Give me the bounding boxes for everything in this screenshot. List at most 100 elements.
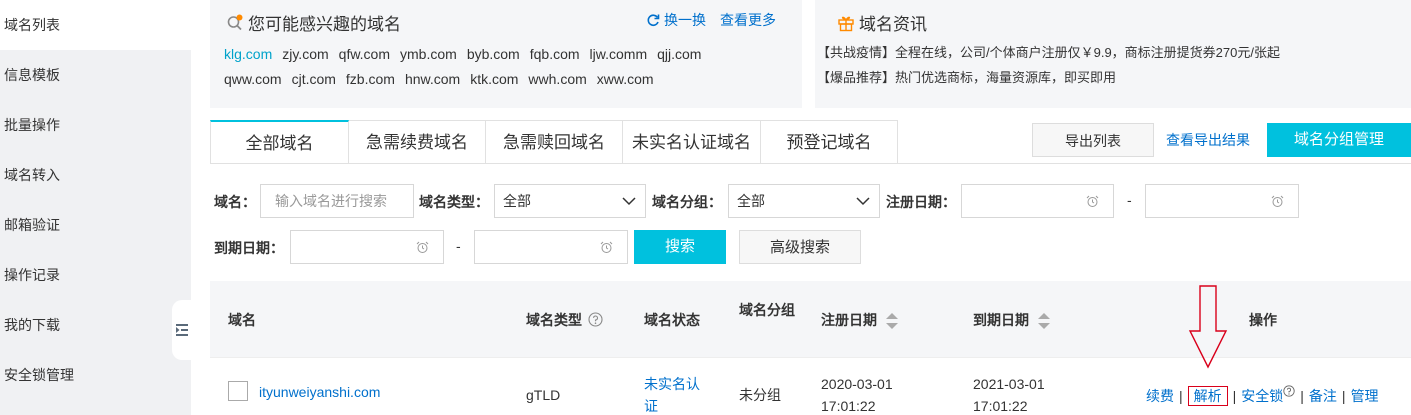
refresh-icon [647,14,660,26]
sidebar-item-security-lock[interactable]: 安全锁管理 [0,350,191,400]
col-header-expire-date[interactable]: 到期日期 [973,310,1051,331]
row-domain-status[interactable]: 未实名认 证 [644,373,700,415]
expire-date-filter-label: 到期日期： [214,240,284,256]
sidebar-item-batch-operation[interactable]: 批量操作 [0,100,191,150]
help-icon[interactable] [588,312,603,327]
table-row-divider [210,357,1411,358]
domain-filter-label: 域名： [214,194,256,210]
row-status-line: 证 [644,398,658,414]
suggested-domain[interactable]: qjj.com [657,46,701,62]
suggested-domain[interactable]: fqb.com [530,46,580,62]
refresh-label: 换一换 [664,12,706,28]
suggested-domain[interactable]: byb.com [467,46,520,62]
alarm-clock-icon [600,241,613,253]
sidebar-collapse-button[interactable] [172,300,192,360]
tab-pre-registered[interactable]: 预登记域名 [761,120,898,164]
annotation-arrow-icon [1188,285,1228,369]
date-range-dash: - [1127,192,1132,208]
sort-icon [885,313,898,330]
tab-redemption-needed[interactable]: 急需赎回域名 [486,120,623,164]
domain-tabs: 全部域名 急需续费域名 急需赎回域名 未实名认证域名 预登记域名 [210,120,898,164]
news-item[interactable]: 【共战疫情】全程在线，公司/个体商户注册仅￥9.9，商标注册提货券270元/张起 [817,40,1280,65]
tabs-divider [210,163,1411,164]
sidebar: 域名列表 信息模板 批量操作 域名转入 邮箱验证 操作记录 我的下载 安全锁管理 [0,0,192,415]
sidebar-item-my-downloads[interactable]: 我的下载 [0,300,191,350]
domain-group-select[interactable]: 全部 [728,184,880,218]
advanced-search-button[interactable]: 高级搜索 [739,230,861,264]
ops-separator: | [1300,388,1304,404]
news-card-title-text: 域名资讯 [859,15,927,34]
suggested-domain[interactable]: cjt.com [292,71,336,87]
suggested-domain[interactable]: ymb.com [400,46,457,62]
col-header-reg-date[interactable]: 注册日期 [821,310,899,331]
row-actions: 续费 | 解析 | 安全锁 | 备注 | 管理 [1146,385,1379,406]
suggested-domain[interactable]: zjy.com [282,46,328,62]
tab-all-domains[interactable]: 全部域名 [210,120,349,164]
row-reg-date-day: 2020-03-01 [821,376,893,392]
news-card-title: 域名资讯 [837,10,927,35]
row-expire-date: 2021-03-01 17:01:22 [973,373,1045,415]
sidebar-item-operation-log[interactable]: 操作记录 [0,250,191,300]
suggested-domain[interactable]: hnw.com [405,71,460,87]
expire-date-start-input[interactable] [290,230,444,264]
row-expire-date-time: 17:01:22 [973,398,1028,414]
suggested-domain[interactable]: fzb.com [346,71,395,87]
manage-link[interactable]: 管理 [1351,388,1379,404]
alarm-clock-icon [1271,195,1284,207]
news-item[interactable]: 【爆品推荐】热门优选商标，海量资源库，即买即用 [817,65,1280,90]
row-status-line: 未实名认 [644,376,700,392]
expire-date-end-input[interactable] [474,230,628,264]
type-filter-label: 域名类型： [419,194,489,210]
domain-group-manage-button[interactable]: 域名分组管理 [1267,123,1411,157]
sidebar-item-domain-list[interactable]: 域名列表 [0,0,191,50]
domain-search-input[interactable]: 输入域名进行搜索 [260,184,414,218]
alarm-clock-icon [1086,195,1099,207]
view-export-results-link[interactable]: 查看导出结果 [1166,130,1250,150]
col-header-group: 域名分组 [739,302,795,318]
suggested-domain[interactable]: ljw.comm [590,46,648,62]
export-list-button[interactable]: 导出列表 [1032,123,1154,157]
ops-separator: | [1232,388,1237,404]
interest-card-title-text: 您可能感兴趣的域名 [248,15,401,34]
suggested-domain[interactable]: xww.com [597,71,654,87]
group-filter-label: 域名分组： [652,194,722,210]
col-header-expire-date-label: 到期日期 [973,312,1029,328]
sidebar-item-email-verify[interactable]: 邮箱验证 [0,200,191,250]
suggested-domain[interactable]: wwh.com [528,71,586,87]
chevron-down-icon [856,197,870,206]
gift-icon [838,16,854,31]
row-domain-link[interactable]: ityunweiyanshi.com [259,381,380,403]
search-button[interactable]: 搜索 [634,230,726,264]
row-expire-date-day: 2021-03-01 [973,376,1045,392]
row-domain-group: 未分组 [739,387,781,403]
suggested-domain[interactable]: qfw.com [339,46,390,62]
suggested-domain[interactable]: ktk.com [470,71,518,87]
sidebar-item-domain-transfer[interactable]: 域名转入 [0,150,191,200]
row-domain-type: gTLD [526,387,561,403]
note-link[interactable]: 备注 [1309,388,1337,404]
domain-type-select[interactable]: 全部 [494,184,646,218]
row-reg-date-time: 17:01:22 [821,398,876,414]
tab-unverified[interactable]: 未实名认证域名 [623,120,761,164]
row-reg-date: 2020-03-01 17:01:22 [821,373,893,415]
security-lock-link[interactable]: 安全锁 [1241,385,1295,404]
row-checkbox[interactable] [228,381,248,401]
reg-date-start-input[interactable] [961,184,1114,218]
alarm-clock-icon [416,241,429,253]
sort-icon [1037,313,1050,330]
table-header [210,281,1411,357]
suggested-domain[interactable]: klg.com [224,46,272,62]
reg-date-end-input[interactable] [1145,184,1299,218]
resolve-link[interactable]: 解析 [1187,386,1228,406]
col-header-reg-date-label: 注册日期 [821,312,877,328]
security-lock-label: 安全锁 [1241,388,1284,404]
suggested-domain[interactable]: qww.com [224,71,282,87]
sidebar-item-info-template[interactable]: 信息模板 [0,50,191,100]
suggested-domains: klg.com zjy.com qfw.com ymb.com byb.com fqb.c… [224,42,784,92]
col-header-domain: 域名 [228,312,256,328]
refresh-button[interactable]: 换一换 [646,10,706,30]
tab-renewal-needed[interactable]: 急需续费域名 [349,120,486,164]
view-more-link[interactable]: 查看更多 [720,10,776,30]
ops-separator: | [1341,388,1346,404]
renew-link[interactable]: 续费 [1146,388,1174,404]
